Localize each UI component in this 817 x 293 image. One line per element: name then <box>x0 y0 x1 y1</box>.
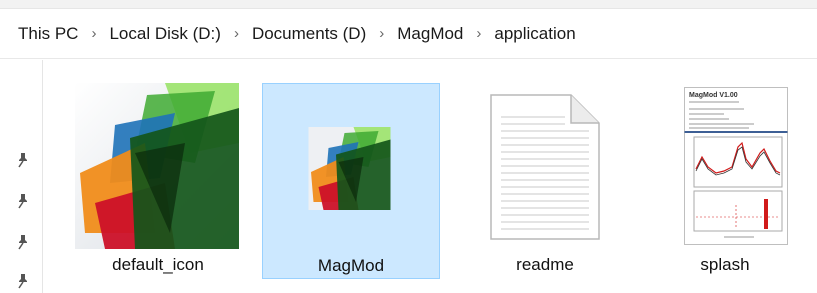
breadcrumb-item-documents[interactable]: Documents (D) <box>252 24 366 44</box>
pin-icon[interactable] <box>15 234 31 250</box>
breadcrumb-item-application[interactable]: application <box>494 24 575 44</box>
breadcrumb: This PC › Local Disk (D:) › Documents (D… <box>0 9 817 59</box>
file-item-readme[interactable]: readme <box>460 83 630 279</box>
file-name: readme <box>516 255 574 274</box>
chevron-right-icon[interactable]: › <box>379 25 384 42</box>
splash-title: MagMod V1.00 <box>689 92 738 99</box>
chevron-right-icon[interactable]: › <box>234 25 239 42</box>
chevron-right-icon[interactable]: › <box>91 25 96 42</box>
magmod-logo-thumbnail <box>308 127 391 210</box>
pin-icon[interactable] <box>15 193 31 209</box>
breadcrumb-item-local-disk[interactable]: Local Disk (D:) <box>109 24 220 44</box>
pin-icon[interactable] <box>15 273 31 289</box>
file-item-splash[interactable]: MagMod V1.00 splash <box>640 83 810 279</box>
file-name: default_icon <box>112 255 204 274</box>
text-document-icon <box>490 94 600 240</box>
file-item-magmod[interactable]: MagMod <box>262 83 440 279</box>
breadcrumb-item-magmod[interactable]: MagMod <box>397 24 463 44</box>
breadcrumb-item-this-pc[interactable]: This PC <box>18 24 78 44</box>
file-name: MagMod <box>317 256 385 275</box>
file-name: splash <box>700 255 750 274</box>
top-strip <box>0 0 817 9</box>
chevron-right-icon[interactable]: › <box>476 25 481 42</box>
navigation-pane <box>0 60 43 293</box>
magmod-logo-thumbnail <box>75 83 239 249</box>
splash-thumbnail: MagMod V1.00 <box>684 87 788 245</box>
pin-icon[interactable] <box>15 152 31 168</box>
file-item-default-icon[interactable]: default_icon <box>73 83 243 279</box>
